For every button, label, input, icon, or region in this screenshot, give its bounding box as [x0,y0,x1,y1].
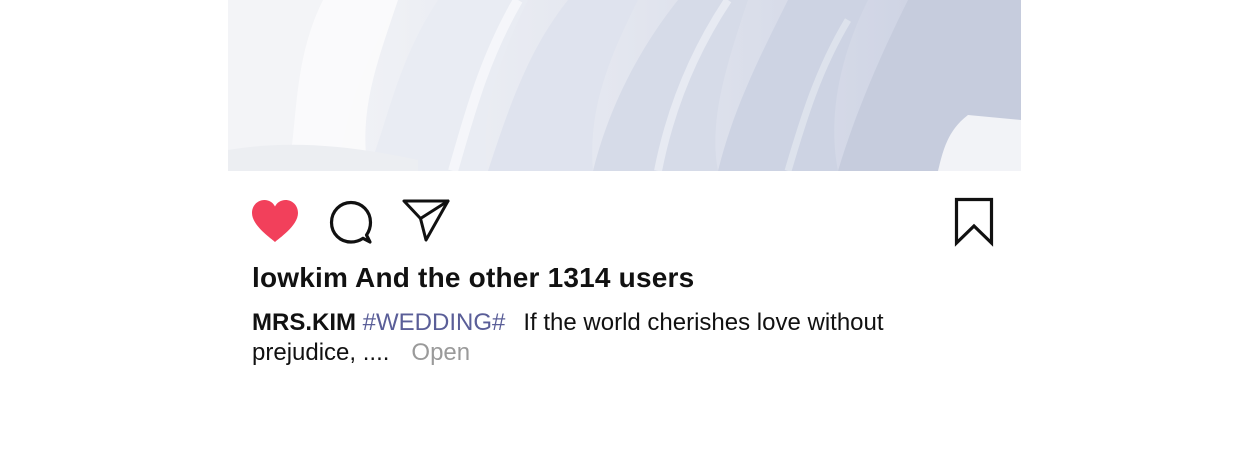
caption-hashtag[interactable]: #WEDDING# [363,309,506,336]
heart-filled-icon [252,200,298,242]
caption-username[interactable]: MRS.KIM [252,309,356,336]
bookmark-icon [954,197,994,247]
post-caption: MRS.KIM #WEDDING# If the world cherishes … [252,308,942,368]
post-card: lowkim And the other 1314 users MRS.KIM … [228,0,1021,476]
save-button[interactable] [954,197,994,247]
comment-button[interactable] [328,199,374,245]
likes-summary[interactable]: lowkim And the other 1314 users [252,262,694,294]
open-more-link[interactable]: Open [411,339,470,366]
like-button[interactable] [250,198,300,244]
silk-fabric-image [228,0,1021,171]
speech-bubble-icon [329,200,373,244]
paper-plane-icon [402,199,450,242]
share-button[interactable] [401,197,451,243]
post-photo[interactable] [228,0,1021,171]
